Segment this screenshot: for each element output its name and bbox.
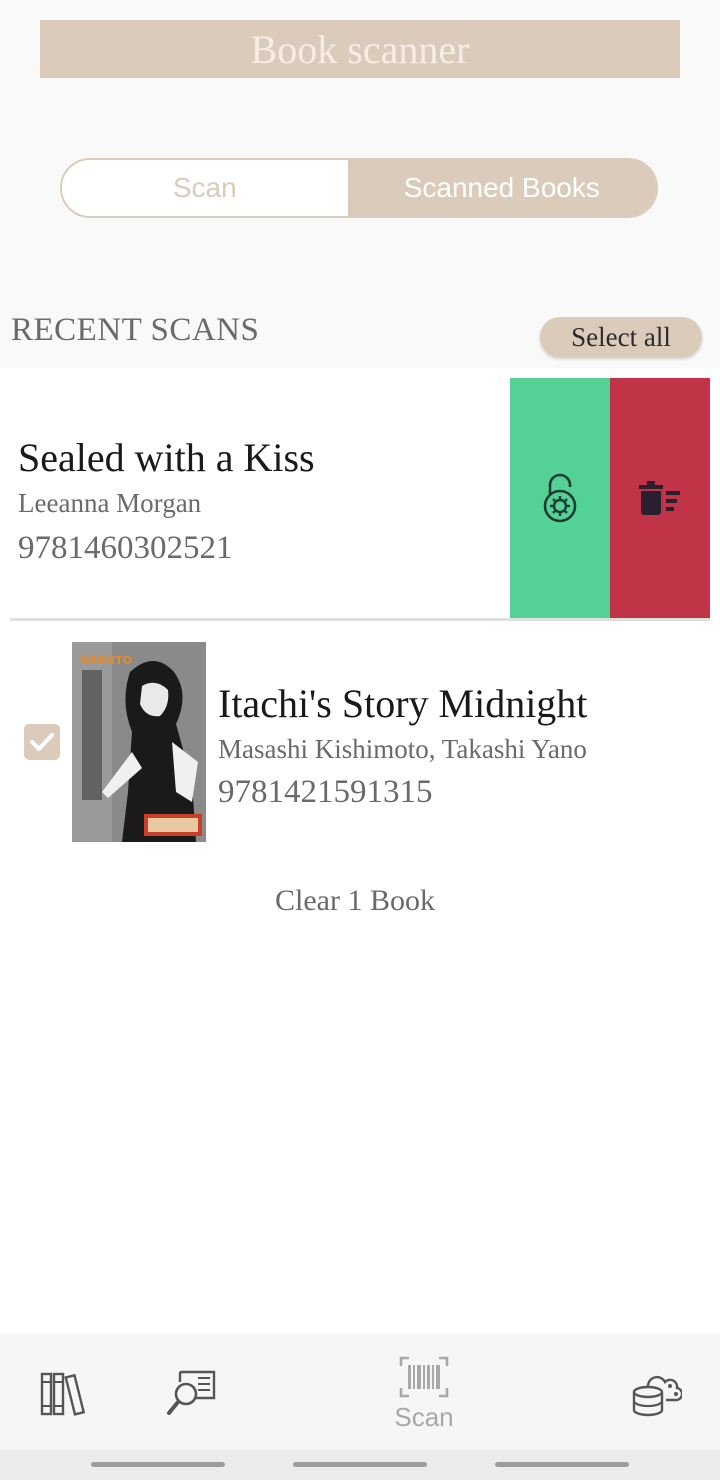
- book-isbn: 9781421591315: [218, 774, 433, 810]
- list-item[interactable]: Sealed with a Kiss Leeanna Morgan 978146…: [0, 378, 720, 620]
- book-title: Itachi's Story Midnight: [218, 681, 588, 726]
- nav-search[interactable]: [166, 1368, 218, 1418]
- system-pill: [293, 1462, 427, 1467]
- system-pill: [91, 1462, 225, 1467]
- search-book-icon: [167, 1370, 216, 1415]
- delete-button[interactable]: [610, 378, 710, 618]
- book-author: Leeanna Morgan: [18, 488, 202, 518]
- check-icon: [30, 733, 54, 751]
- book-cover: NARUTO: [72, 642, 206, 842]
- delete-icon: [639, 481, 680, 515]
- system-nav-bar: [0, 1450, 720, 1480]
- list-divider: [10, 618, 710, 621]
- tab-scanned-books[interactable]: Scanned Books: [347, 160, 656, 216]
- nav-library[interactable]: [40, 1372, 88, 1416]
- select-checkbox[interactable]: [24, 724, 60, 760]
- book-isbn: 9781460302521: [18, 530, 233, 566]
- unlock-button[interactable]: [510, 378, 610, 618]
- library-icon: [40, 1372, 86, 1416]
- system-pill: [495, 1462, 629, 1467]
- nav-cloud-sync[interactable]: [630, 1370, 682, 1418]
- app-title: Book scanner: [40, 20, 680, 78]
- view-toggle: Scan Scanned Books: [60, 158, 658, 218]
- book-author: Masashi Kishimoto, Takashi Yano: [218, 734, 587, 764]
- list-item[interactable]: NARUTO Itachi's Story Midnight Masashi K…: [0, 642, 720, 842]
- book-title: Sealed with a Kiss: [18, 435, 315, 480]
- tab-scan[interactable]: Scan: [62, 160, 348, 216]
- cloud-database-icon: [632, 1375, 682, 1417]
- select-all-button[interactable]: Select all: [540, 317, 702, 357]
- recent-scans-heading: RECENT SCANS: [11, 312, 260, 348]
- svg-text:NARUTO: NARUTO: [80, 654, 132, 667]
- clear-books-button[interactable]: Clear 1 Book: [0, 884, 710, 918]
- nav-scan[interactable]: Scan: [384, 1356, 464, 1433]
- unlock-icon: [543, 473, 577, 523]
- bottom-navigation: Scan: [0, 1334, 720, 1450]
- nav-scan-label: Scan: [394, 1402, 454, 1432]
- barcode-icon: [399, 1356, 449, 1398]
